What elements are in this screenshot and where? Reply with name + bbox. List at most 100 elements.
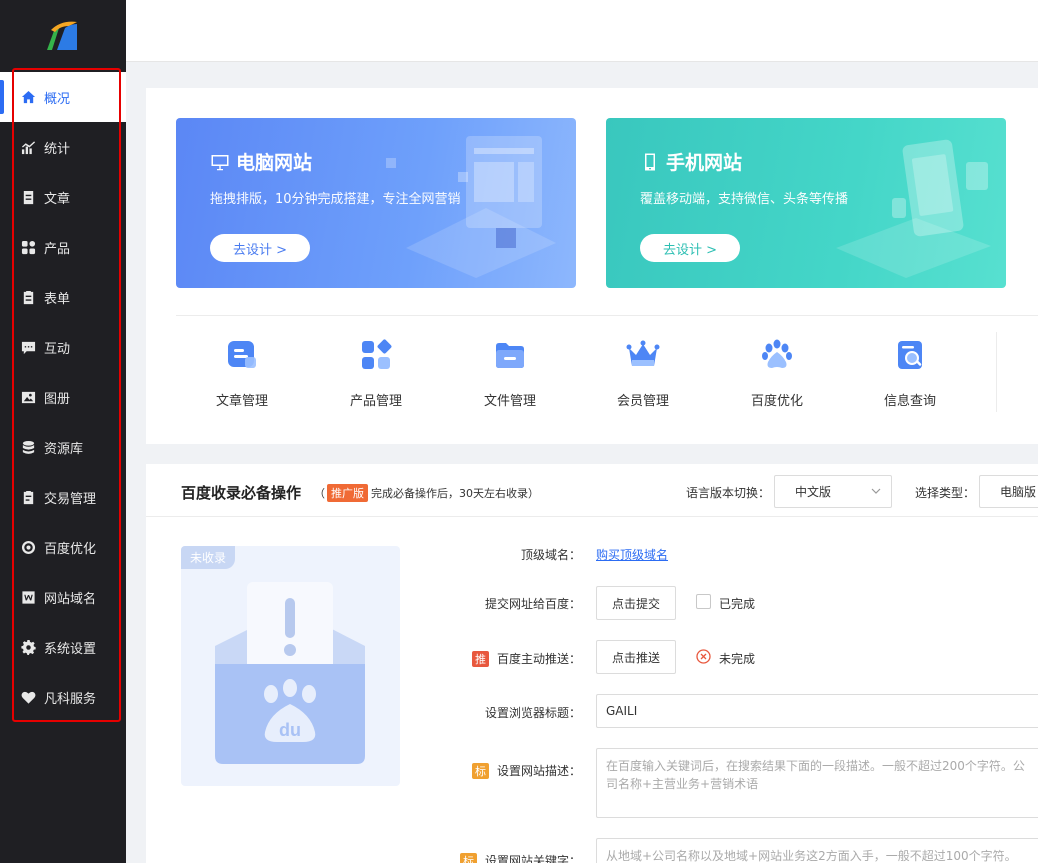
banner-desc: 拖拽排版，10分钟完成搭建，专注全网营销: [210, 192, 461, 207]
quick-link-label: 信息查询: [883, 394, 936, 409]
chart-icon: [20, 139, 36, 155]
site-desc-label: 标设置网站描述：: [436, 762, 581, 779]
monitor-icon: [211, 154, 229, 170]
sidebar-item-label: 统计: [44, 141, 71, 157]
subtitle-text: 完成必备操作后，30天左右收录: [371, 487, 528, 500]
target-icon: [20, 539, 36, 555]
pc-design-button[interactable]: 去设计 >: [210, 234, 310, 262]
document-icon: [20, 189, 36, 205]
product-icon: [362, 339, 392, 369]
sidebar-item-domain[interactable]: 网站域名: [0, 572, 126, 622]
sidebar-item-label: 交易管理: [44, 491, 97, 507]
edition-tag: 推广版: [327, 484, 368, 502]
quick-link-label: 文件管理: [483, 394, 536, 409]
buy-domain-link[interactable]: 购买顶级域名: [596, 546, 668, 563]
keywords-input[interactable]: 从地域+公司名称以及地域+网站业务这2方面入手，一般不超过100个字符。: [596, 838, 1038, 863]
phone-icon: [645, 153, 655, 170]
sidebar-item-forms[interactable]: 表单: [0, 272, 126, 322]
baidu-paw-icon: [762, 339, 792, 368]
card-title: 百度收录必备操作: [181, 484, 302, 502]
submit-button[interactable]: 点击提交: [596, 586, 676, 620]
site-desc-label-text: 设置网站描述：: [496, 764, 581, 778]
push-mark: 推: [471, 651, 489, 667]
baidu-envelope-icon: du: [215, 582, 365, 764]
sidebar-item-articles[interactable]: 文章: [0, 172, 126, 222]
sidebar-item-overview[interactable]: 概况: [0, 72, 126, 122]
sidebar-item-label: 文章: [44, 191, 71, 207]
image-icon: [20, 389, 36, 405]
quick-link-articles[interactable]: 文章管理: [175, 338, 309, 409]
overview-card: 电脑网站 拖拽排版，10分钟完成搭建，专注全网营销 去设计 > 手机网站 覆盖移…: [146, 88, 1038, 444]
baidu-indexing-card: 百度收录必备操作 （ 推广版 完成必备操作后，30天左右收录 ） 语言版本切换：…: [146, 464, 1038, 863]
quick-link-products[interactable]: 产品管理: [309, 338, 443, 409]
quick-link-label: 百度优化: [750, 394, 803, 409]
order-icon: [20, 489, 36, 505]
sidebar-item-label: 表单: [44, 291, 71, 307]
status-badge: 未收录: [181, 546, 236, 569]
subtitle-suffix: ）: [528, 487, 539, 500]
type-label: 选择类型：: [915, 486, 976, 500]
not-indexed-illustration: 未收录 du: [181, 546, 400, 786]
sidebar-item-resources[interactable]: 资源库: [0, 422, 126, 472]
sidebar-item-settings[interactable]: 系统设置: [0, 622, 126, 672]
browser-title-input[interactable]: GAILI: [596, 694, 1038, 728]
w-icon: [20, 589, 36, 605]
banner-title-text: 手机网站: [666, 152, 743, 174]
sidebar-item-trade[interactable]: 交易管理: [0, 472, 126, 522]
push-label-text: 百度主动推送：: [496, 652, 581, 666]
type-select-value: 电脑版: [1000, 485, 1037, 499]
completed-checkbox[interactable]: [696, 594, 711, 609]
sidebar-item-stats[interactable]: 统计: [0, 122, 126, 172]
push-button[interactable]: 点击推送: [596, 640, 676, 674]
divider: [176, 315, 1038, 316]
sidebar-item-label: 系统设置: [44, 641, 97, 657]
close-circle-icon: [696, 649, 711, 664]
type-select[interactable]: 电脑版: [979, 475, 1038, 508]
grid-icon: [20, 239, 36, 255]
quick-link-info-query[interactable]: 信息查询: [843, 338, 977, 409]
chat-icon: [20, 339, 36, 355]
pc-site-banner[interactable]: 电脑网站 拖拽排版，10分钟完成搭建，专注全网营销 去设计 >: [176, 118, 576, 288]
logo-icon: [47, 21, 77, 50]
sidebar-item-products[interactable]: 产品: [0, 222, 126, 272]
home-icon: [20, 89, 36, 105]
banner-desc: 覆盖移动端，支持微信、头条等传播: [640, 192, 849, 207]
sidebar-item-label: 图册: [44, 391, 71, 407]
mobile-design-button[interactable]: 去设计 >: [640, 234, 740, 262]
chevron-down-icon: [871, 488, 881, 494]
banner-title: 手机网站: [640, 148, 742, 175]
database-icon: [20, 439, 36, 455]
clipboard-icon: [20, 289, 36, 305]
language-select[interactable]: 中文版: [774, 475, 892, 508]
site-desc-textarea[interactable]: 在百度输入关键词后，在搜索结果下面的一段描述。一般不超过200个字符。公司名称+…: [596, 748, 1038, 818]
sidebar-item-label: 概况: [44, 91, 71, 107]
logo[interactable]: [0, 0, 126, 70]
push-label: 推百度主动推送：: [436, 650, 581, 667]
language-select-value: 中文版: [795, 485, 832, 499]
quick-link-members[interactable]: 会员管理: [576, 338, 710, 409]
quick-link-baidu[interactable]: 百度优化: [710, 338, 844, 409]
banner-title: 电脑网站: [210, 148, 312, 175]
incomplete-label: 未完成: [719, 652, 756, 666]
sidebar-item-services[interactable]: 凡科服务: [0, 672, 126, 722]
desc-mark: 标: [471, 763, 489, 779]
keywords-label: 标设置网站关键字：: [436, 852, 581, 863]
sidebar-item-interaction[interactable]: 互动: [0, 322, 126, 372]
sidebar-item-label: 网站域名: [44, 591, 97, 607]
card-subtitle: （ 推广版 完成必备操作后，30天左右收录 ）: [314, 484, 539, 502]
sidebar-item-label: 产品: [44, 241, 71, 257]
browser-title-label: 设置浏览器标题：: [484, 706, 581, 720]
sidebar-item-label: 百度优化: [44, 541, 97, 557]
article-icon: [228, 341, 256, 368]
divider: [996, 332, 997, 412]
sidebar: 概况 统计 文章 产品 表单 互动 图册 资源库 交易管理 百度优化 网站域名 …: [0, 0, 126, 863]
search-doc-icon: [898, 341, 922, 369]
top-bar: [126, 0, 1038, 62]
quick-link-label: 文章管理: [215, 394, 268, 409]
quick-link-files[interactable]: 文件管理: [443, 338, 577, 409]
banner-title-text: 电脑网站: [236, 152, 313, 174]
svg-text:du: du: [279, 720, 301, 740]
sidebar-item-gallery[interactable]: 图册: [0, 372, 126, 422]
sidebar-item-baidu-seo[interactable]: 百度优化: [0, 522, 126, 572]
mobile-site-banner[interactable]: 手机网站 覆盖移动端，支持微信、头条等传播 去设计 >: [606, 118, 1006, 288]
